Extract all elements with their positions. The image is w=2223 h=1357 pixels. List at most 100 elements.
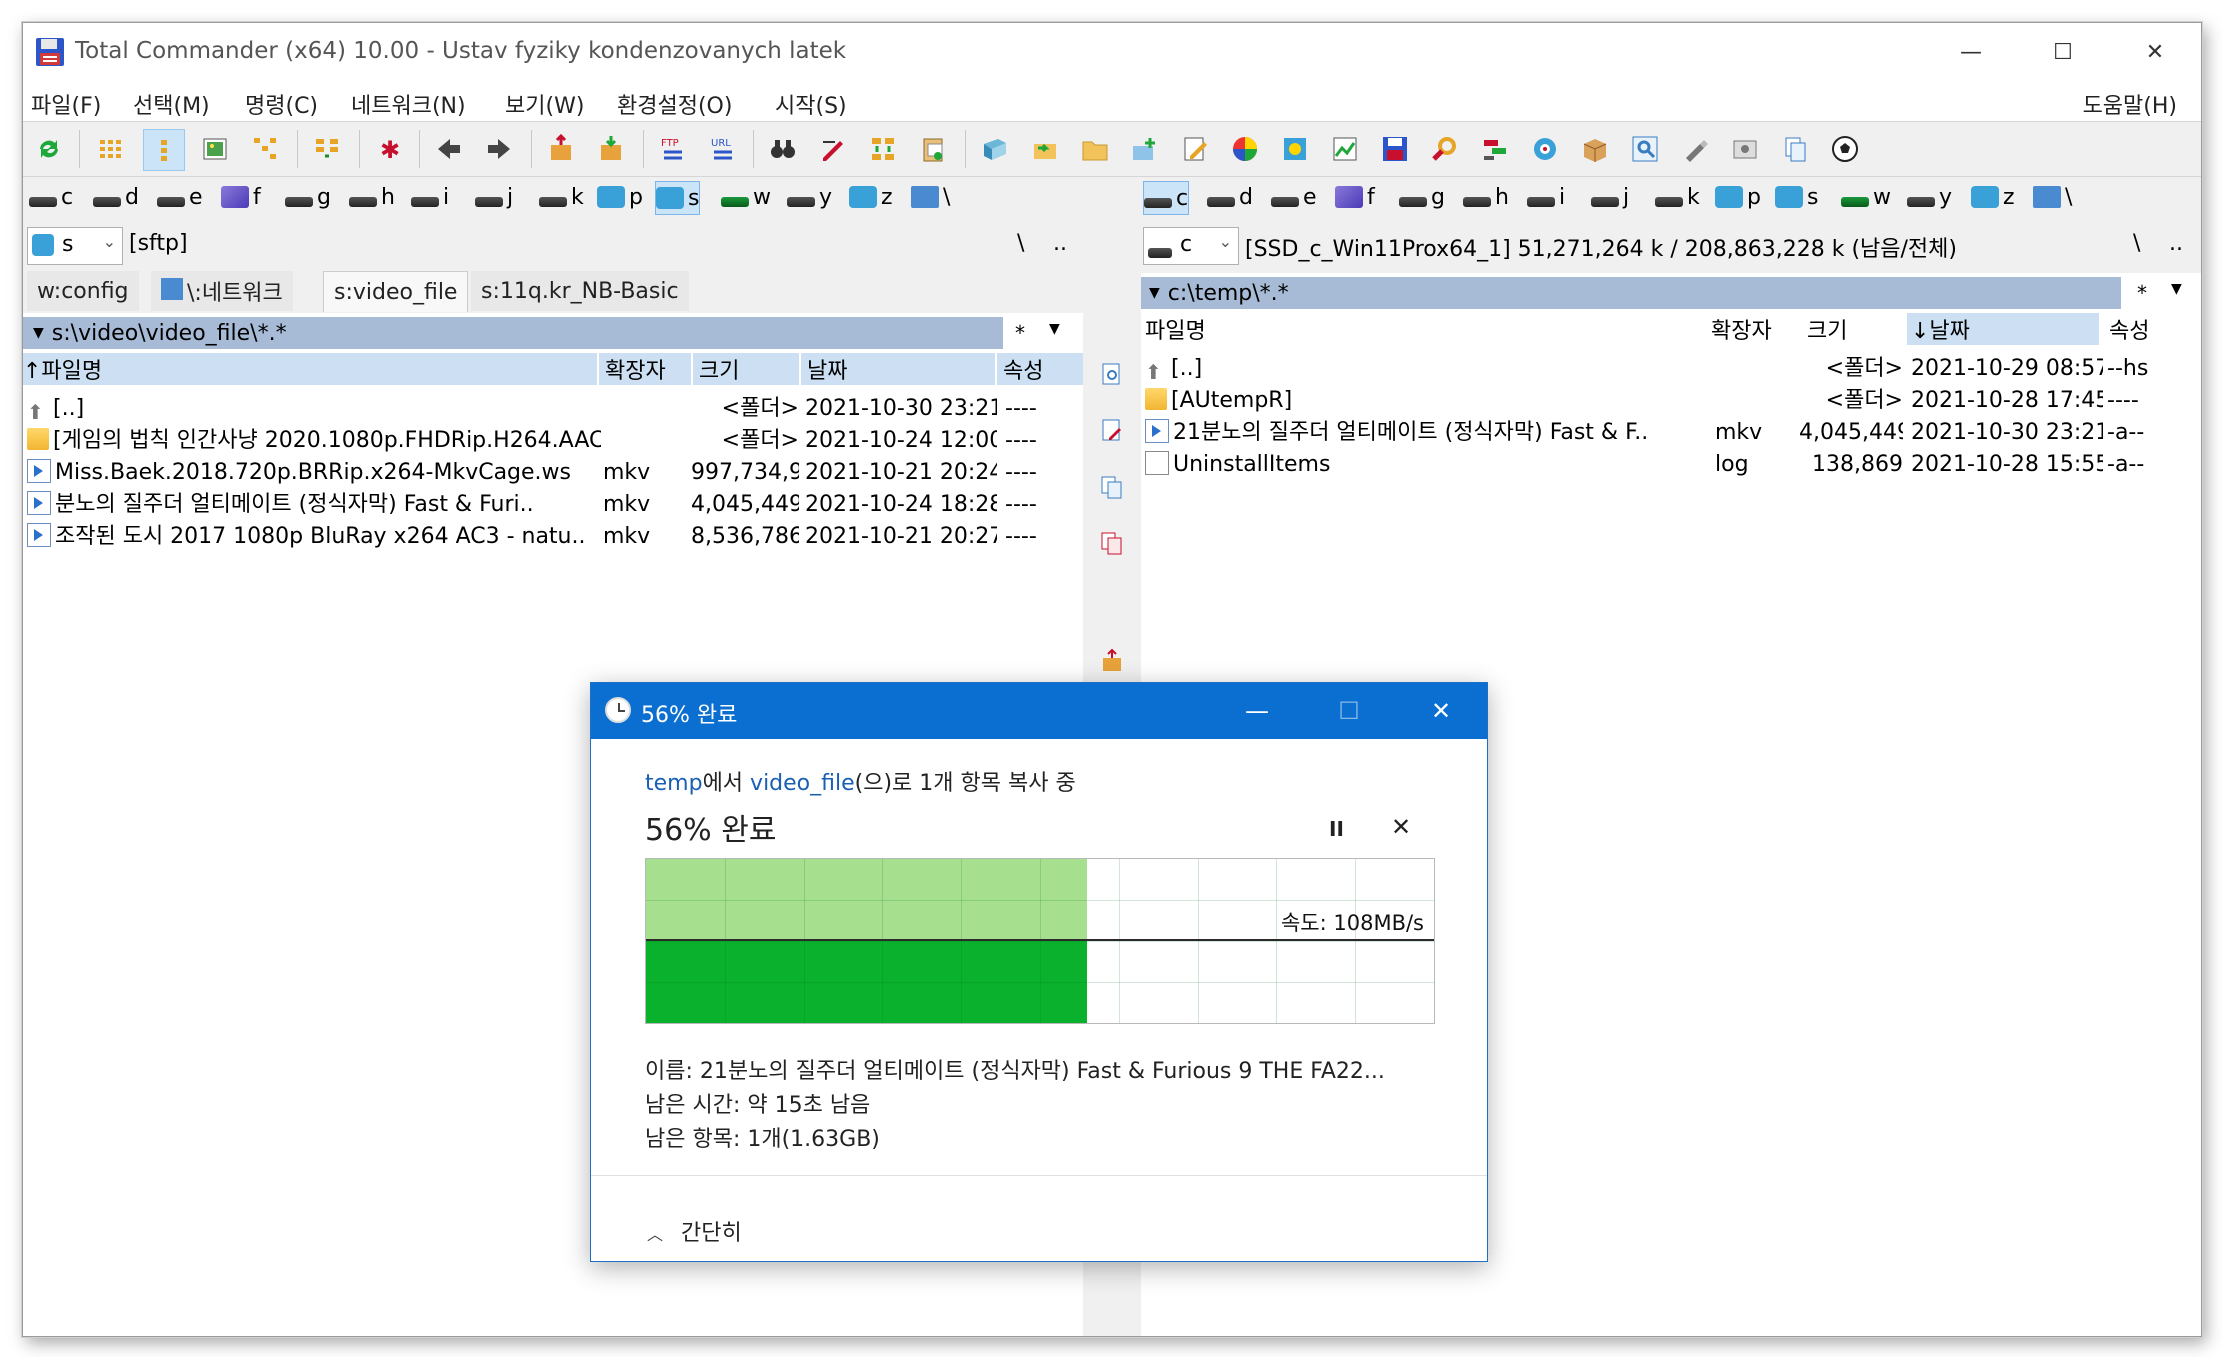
column-attr[interactable]: 속성: [2101, 313, 2201, 345]
menu-commands[interactable]: 명령(C): [245, 88, 318, 120]
column-name[interactable]: ↑파일명: [23, 353, 597, 385]
thumbnail-view-button[interactable]: [195, 129, 235, 169]
file-row[interactable]: 21분노의 질주더 얼티메이트 (정식자막) Fast & F.. mkv 4,04…: [1141, 417, 2201, 449]
column-date[interactable]: ↓날짜: [1907, 313, 2099, 345]
find-button[interactable]: [1425, 129, 1465, 169]
drive-k-button[interactable]: k: [539, 181, 584, 213]
view-file-button[interactable]: [1096, 359, 1128, 391]
drive-y-button[interactable]: y: [787, 181, 832, 213]
drive-f-button[interactable]: f: [1335, 181, 1375, 213]
fewer-details-toggle[interactable]: ︿ 간단히: [647, 1215, 742, 1247]
drive-f-button[interactable]: f: [221, 181, 261, 213]
menu-view[interactable]: 보기(W): [505, 88, 584, 120]
drive-network-button[interactable]: \: [2033, 181, 2072, 213]
compare-files-button[interactable]: [1775, 129, 1815, 169]
tab-w-config[interactable]: w:config: [27, 271, 139, 311]
drive-w-button[interactable]: w: [1841, 181, 1891, 213]
column-ext[interactable]: 확장자: [1705, 313, 1799, 345]
drive-y-button[interactable]: y: [1907, 181, 1952, 213]
notepad-button[interactable]: [975, 129, 1015, 169]
compare-dirs-button[interactable]: [307, 129, 347, 169]
tab-s-video-file[interactable]: s:video_file: [323, 271, 469, 312]
left-path-star[interactable]: *: [1015, 321, 1025, 345]
tab-s-11q-kr[interactable]: s:11q.kr_NB-Basic: [471, 271, 689, 311]
url-connect-button[interactable]: URL: [703, 129, 743, 169]
drive-s-button[interactable]: s: [1775, 181, 1818, 213]
column-size[interactable]: 크기: [1801, 313, 1905, 345]
file-row[interactable]: UninstallItems log 138,869 2021-10-28 15:55…: [1141, 449, 2201, 481]
drive-d-button[interactable]: d: [1207, 181, 1253, 213]
drive-e-button[interactable]: e: [157, 181, 203, 213]
drive-g-button[interactable]: g: [1399, 181, 1445, 213]
menu-network[interactable]: 네트워크(N): [351, 88, 466, 120]
copy-file-button[interactable]: [1096, 471, 1128, 503]
menu-configuration[interactable]: 환경설정(O): [617, 88, 732, 120]
filter-button[interactable]: [1475, 129, 1515, 169]
search-files-button[interactable]: [763, 129, 803, 169]
select-filter-button[interactable]: ✱: [369, 129, 409, 169]
right-drive-combo[interactable]: c ⌄: [1143, 227, 1239, 265]
drive-network-button[interactable]: \: [911, 181, 950, 213]
tree-view-button[interactable]: [245, 129, 285, 169]
close-button[interactable]: ✕: [2109, 23, 2201, 81]
column-ext[interactable]: 확장자: [599, 353, 691, 385]
save-button[interactable]: [1375, 129, 1415, 169]
pack-button[interactable]: [541, 129, 581, 169]
left-history-dropdown[interactable]: ▼: [1049, 321, 1060, 337]
drive-w-button[interactable]: w: [721, 181, 771, 213]
drive-i-button[interactable]: i: [411, 181, 449, 213]
edit-button[interactable]: [1175, 129, 1215, 169]
dialog-minimize-button[interactable]: —: [1211, 683, 1303, 739]
maximize-button[interactable]: ☐: [2017, 23, 2109, 81]
left-drive-combo[interactable]: s ⌄: [27, 227, 123, 265]
right-current-path[interactable]: ▼ c:\temp\*.*: [1141, 277, 2121, 309]
dialog-title-bar[interactable]: 56% 완료 — ☐ ✕: [591, 683, 1487, 739]
drive-s-button[interactable]: s: [655, 181, 701, 215]
cancel-button[interactable]: ✕: [1391, 813, 1411, 841]
drive-g-button[interactable]: g: [285, 181, 331, 213]
source-folder-link[interactable]: temp: [645, 771, 703, 796]
back-button[interactable]: [429, 129, 469, 169]
new-folder-button[interactable]: [1125, 129, 1165, 169]
file-row[interactable]: ⬆ [..] <폴더> 2021-10-29 08:57 --hs: [1141, 353, 2201, 385]
minimize-button[interactable]: —: [1925, 23, 2017, 81]
drive-h-button[interactable]: h: [1463, 181, 1509, 213]
drive-z-button[interactable]: z: [849, 181, 893, 213]
menu-file[interactable]: 파일(F): [31, 88, 101, 120]
tab-network[interactable]: \:네트워크: [151, 271, 293, 311]
right-path-star[interactable]: *: [2137, 281, 2147, 305]
forward-button[interactable]: [479, 129, 519, 169]
drive-i-button[interactable]: i: [1527, 181, 1565, 213]
menu-select[interactable]: 선택(M): [133, 88, 210, 120]
pause-button[interactable]: II: [1329, 817, 1344, 841]
move-file-button[interactable]: [1096, 527, 1128, 559]
column-date[interactable]: 날짜: [801, 353, 995, 385]
right-root-button[interactable]: \: [2133, 231, 2140, 256]
multi-rename-button[interactable]: [813, 129, 853, 169]
brief-view-button[interactable]: [91, 129, 131, 169]
right-up-button[interactable]: ..: [2169, 231, 2183, 256]
usb-button[interactable]: [1675, 129, 1715, 169]
right-history-dropdown[interactable]: ▼: [2171, 281, 2182, 297]
left-root-button[interactable]: \: [1017, 231, 1024, 256]
system-button[interactable]: [1725, 129, 1765, 169]
ftp-connect-button[interactable]: FTP: [653, 129, 693, 169]
destination-folder-link[interactable]: video_file: [750, 771, 855, 796]
file-row[interactable]: [AUtempR] <폴더> 2021-10-28 17:45 ----: [1141, 385, 2201, 417]
drive-k-button[interactable]: k: [1655, 181, 1700, 213]
soccer-button[interactable]: [1825, 129, 1865, 169]
clipboard-button[interactable]: [913, 129, 953, 169]
package-button[interactable]: [1575, 129, 1615, 169]
drive-h-button[interactable]: h: [349, 181, 395, 213]
drive-z-button[interactable]: z: [1971, 181, 2015, 213]
drive-j-button[interactable]: j: [1591, 181, 1629, 213]
drive-c-button[interactable]: c: [1143, 181, 1190, 215]
unpack-button[interactable]: [591, 129, 631, 169]
view-button[interactable]: [1625, 129, 1665, 169]
edit-file-button[interactable]: [1096, 415, 1128, 447]
menu-start[interactable]: 시작(S): [775, 88, 847, 120]
settings-button[interactable]: [1275, 129, 1315, 169]
drive-e-button[interactable]: e: [1271, 181, 1317, 213]
left-current-path[interactable]: ▼ s:\video\video_file\*.*: [23, 317, 1003, 349]
chart-button[interactable]: [1325, 129, 1365, 169]
